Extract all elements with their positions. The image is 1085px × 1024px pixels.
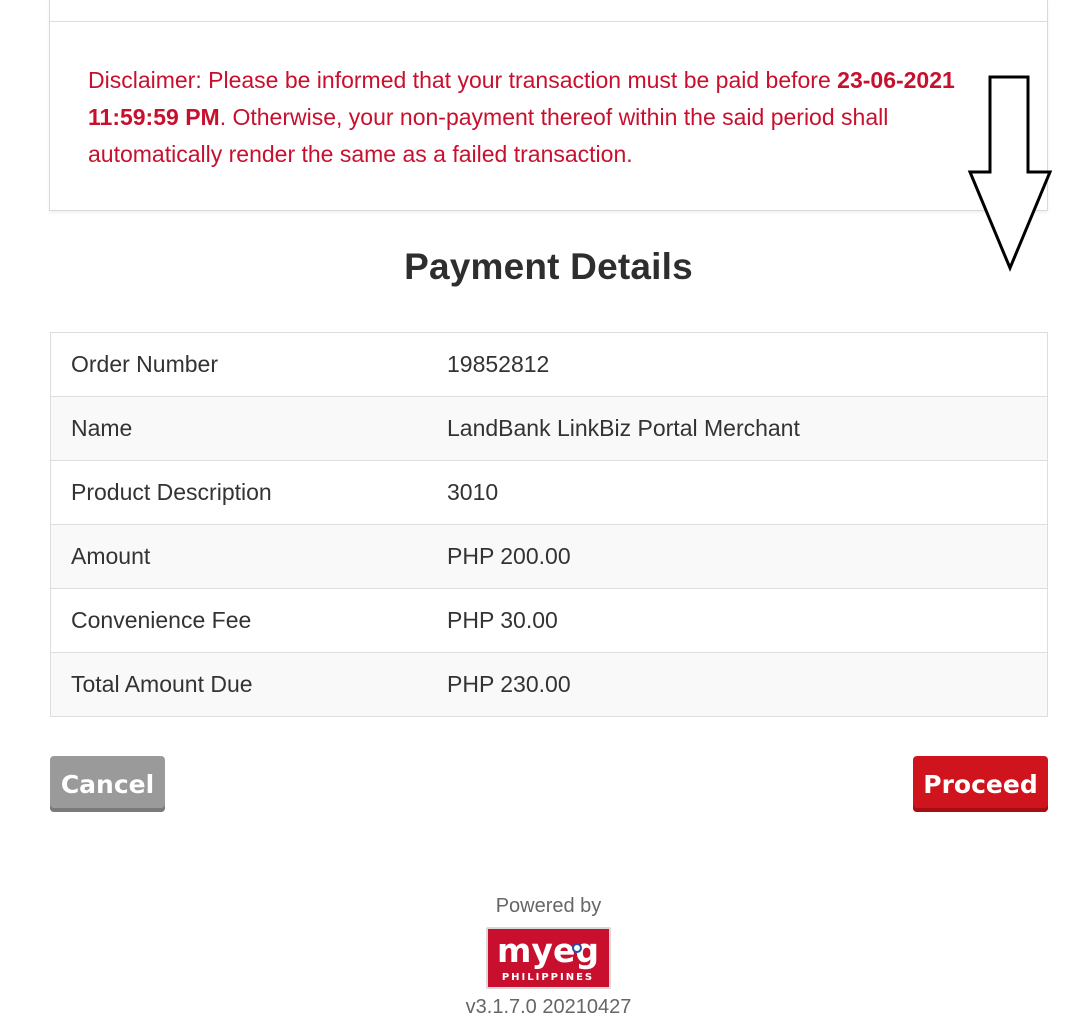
logo-text: myeg [497,931,599,970]
down-arrow-icon [967,75,1053,272]
divider [50,21,1047,22]
powered-by-label: Powered by [495,895,602,917]
row-value: PHP 200.00 [447,524,1048,589]
row-value: PHP 30.00 [447,588,1048,653]
table-row: Name LandBank LinkBiz Portal Merchant [50,396,1048,461]
table-row: Order Number 19852812 [50,332,1048,397]
table-row: Convenience Fee PHP 30.00 [50,588,1048,653]
myeg-logo: myeg PHILIPPINES [486,927,611,989]
payment-details-table: Order Number 19852812 Name LandBank Link… [50,332,1048,717]
table-row: Product Description 3010 [50,460,1048,525]
row-label: Order Number [50,332,447,397]
logo-subtext: PHILIPPINES [502,972,594,983]
cancel-button[interactable]: Cancel [50,756,165,812]
row-value: 3010 [447,460,1048,525]
disclaimer-text: Disclaimer: Please be informed that your… [88,62,988,173]
row-label: Name [50,396,447,461]
logo-dot-icon [572,943,582,953]
row-label: Convenience Fee [50,588,447,653]
version-label: v3.1.7.0 20210427 [465,996,632,1018]
payment-page: Disclaimer: Please be informed that your… [0,0,1085,1024]
table-row: Amount PHP 200.00 [50,524,1048,589]
row-label: Total Amount Due [50,652,447,717]
disclaimer-prefix: Disclaimer: Please be informed that your… [88,67,838,93]
row-value: LandBank LinkBiz Portal Merchant [447,396,1048,461]
table-row: Total Amount Due PHP 230.00 [50,652,1048,717]
row-value: 19852812 [447,332,1048,397]
row-label: Amount [50,524,447,589]
row-label: Product Description [50,460,447,525]
section-title: Payment Details [404,246,693,287]
row-value: PHP 230.00 [447,652,1048,717]
disclaimer-panel: Disclaimer: Please be informed that your… [49,0,1048,211]
myeg-logo-graphic: myeg PHILIPPINES [497,931,599,983]
proceed-button[interactable]: Proceed [913,756,1048,812]
